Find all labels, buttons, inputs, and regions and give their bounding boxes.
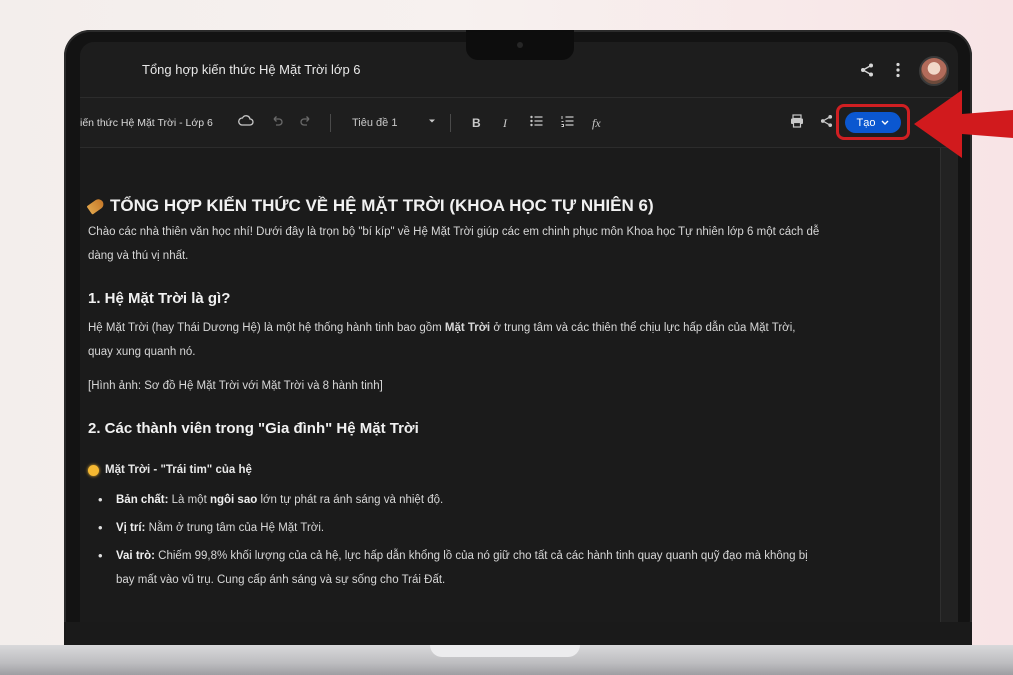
toolbar-divider bbox=[450, 114, 451, 132]
create-button-label: Tạo bbox=[856, 116, 876, 129]
cloud-icon bbox=[238, 115, 254, 131]
editor-toolbar: iến thức Hệ Mặt Trời - Lớp 6 Tiêu đề 1 B… bbox=[80, 98, 958, 148]
toolbar-divider bbox=[330, 114, 331, 132]
section1-paragraph-line2: quay xung quanh nó. bbox=[88, 346, 196, 358]
undo-icon[interactable] bbox=[271, 115, 283, 131]
share-icon[interactable] bbox=[820, 114, 833, 132]
more-vert-icon[interactable] bbox=[895, 62, 901, 80]
arrow-icon bbox=[914, 90, 1013, 158]
laptop-lip bbox=[430, 645, 580, 657]
section1-title: 1. Hệ Mặt Trời là gì? bbox=[88, 290, 231, 307]
print-icon[interactable] bbox=[790, 114, 804, 132]
list-item: Bản chất: Là một ngôi sao lớn tự phát ra… bbox=[94, 488, 874, 512]
subsection-title: Mặt Trời - "Trái tim" của hệ bbox=[88, 464, 252, 476]
chevron-down-icon bbox=[881, 120, 889, 125]
bullet-text: lớn tự phát ra ánh sáng và nhiệt độ. bbox=[257, 494, 444, 506]
avatar[interactable] bbox=[919, 56, 949, 86]
document-body[interactable]: TỔNG HỢP KIẾN THỨC VỀ HỆ MẶT TRỜI (KHOA … bbox=[80, 148, 940, 622]
list-item: Vị trí: Nằm ở trung tâm của Hệ Mặt Trời. bbox=[94, 516, 874, 540]
bullet-label: Vai trò: bbox=[116, 550, 155, 562]
create-button[interactable]: Tạo bbox=[845, 112, 901, 133]
section1-text-bold: Mặt Trời bbox=[444, 322, 491, 334]
bullet-text: Là một bbox=[168, 494, 210, 506]
camera-notch bbox=[466, 30, 574, 60]
laptop-hinge bbox=[64, 622, 972, 645]
intro-paragraph-line2: dàng và thú vị nhất. bbox=[88, 250, 189, 262]
list-item: Vai trò: Chiếm 99,8% khối lượng của cả h… bbox=[94, 544, 874, 592]
subsection-title-text: Mặt Trời - "Trái tim" của hệ bbox=[105, 464, 252, 476]
numbered-list-icon[interactable] bbox=[561, 115, 574, 131]
create-button-highlight: Tạo bbox=[836, 104, 910, 140]
chevron-down-icon[interactable] bbox=[428, 115, 436, 129]
bullet-bold: ngôi sao bbox=[209, 494, 258, 506]
window-title: Tổng hợp kiến thức Hệ Mặt Trời lớp 6 bbox=[142, 62, 361, 77]
style-select[interactable]: Tiêu đề 1 bbox=[352, 116, 397, 130]
bulleted-list-icon[interactable] bbox=[530, 115, 543, 131]
formula-button[interactable]: fx bbox=[592, 116, 601, 130]
italic-button[interactable]: I bbox=[503, 116, 507, 130]
heading-text: TỔNG HỢP KIẾN THỨC VỀ HỆ MẶT TRỜI (KHOA … bbox=[110, 196, 654, 215]
image-placeholder: [Hình ảnh: Sơ đồ Hệ Mặt Trời với Mặt Trờ… bbox=[88, 380, 383, 392]
bullet-text: Chiếm 99,8% khối lượng của cả hệ, lực hấ… bbox=[154, 550, 808, 562]
bullet-label: Vị trí: bbox=[116, 522, 146, 534]
section1-text-a: Hệ Mặt Trời (hay Thái Dương Hệ) là một h… bbox=[88, 322, 445, 334]
section1-paragraph-line1: Hệ Mặt Trời (hay Thái Dương Hệ) là một h… bbox=[88, 316, 888, 340]
section1-text-b: ở trung tâm và các thiên thể chịu lực hấ… bbox=[490, 322, 796, 334]
bold-button[interactable]: B bbox=[472, 116, 481, 130]
section2-title: 2. Các thành viên trong "Gia đình" Hệ Mặ… bbox=[88, 420, 419, 437]
bullet-label: Bản chất: bbox=[116, 494, 169, 506]
redo-icon[interactable] bbox=[300, 115, 312, 131]
sun-icon bbox=[88, 464, 99, 476]
scrollbar[interactable] bbox=[940, 148, 958, 622]
rocket-icon bbox=[86, 197, 106, 215]
share-icon[interactable] bbox=[860, 63, 874, 79]
intro-paragraph-line1: Chào các nhà thiên văn học nhí! Dưới đây… bbox=[88, 226, 820, 238]
bullet-text: Nằm ở trung tâm của Hệ Mặt Trời. bbox=[145, 522, 325, 534]
screen: Tổng hợp kiến thức Hệ Mặt Trời lớp 6 iến… bbox=[80, 42, 958, 622]
bullet-text: bay mất vào vũ trụ. Cung cấp ánh sáng và… bbox=[116, 574, 446, 586]
document-heading: TỔNG HỢP KIẾN THỨC VỀ HỆ MẶT TRỜI (KHOA … bbox=[86, 196, 654, 216]
camera-icon bbox=[517, 42, 523, 48]
doc-name-label[interactable]: iến thức Hệ Mặt Trời - Lớp 6 bbox=[80, 116, 213, 130]
